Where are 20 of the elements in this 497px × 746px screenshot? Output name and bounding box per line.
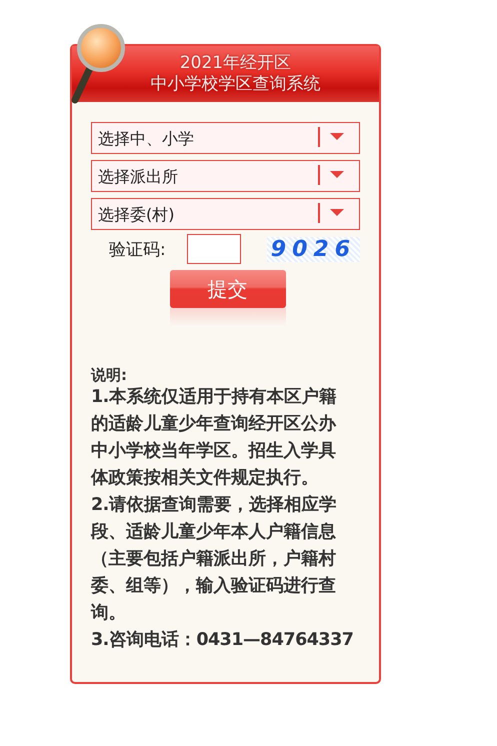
dropdown-select[interactable]: 选择委(村) [91,198,360,230]
dropdown-select[interactable]: 选择中、小学 [91,122,360,154]
dropdown-select[interactable]: 选择派出所 [91,160,360,192]
captcha-image[interactable]: 9026 [266,236,360,262]
header-title: 中小学校学区查询系统 [150,74,320,95]
notes-line: 委、组等），输入验证码进行查 [91,575,337,598]
notes-line: 3.咨询电话：0431—84764337 [91,629,354,652]
notes-line: 段、适龄儿童少年本人户籍信息 [91,520,337,544]
notes-line: 2.请依据查询需要，选择相应学 [91,494,338,517]
notes-line: 1.本系统仅适用于持有本区户籍 [91,386,338,409]
captcha-label: 验证码: [109,238,167,260]
notes-line: 中小学校当年学区。招生入学具 [91,440,337,463]
notes-line: 询。 [91,602,127,625]
notes-line: （主要包括户籍派出所，户籍村 [91,548,337,571]
submit-button[interactable]: 提交 [170,270,286,308]
notes-line: 体政策按相关文件规定执行。 [91,466,320,490]
captcha-field[interactable] [186,234,241,264]
notes-heading: 说明: [91,366,128,384]
notes-line: 的适龄儿童少年查询经开区公办 [91,412,338,436]
header-title: 2021年经开区 [180,53,292,74]
